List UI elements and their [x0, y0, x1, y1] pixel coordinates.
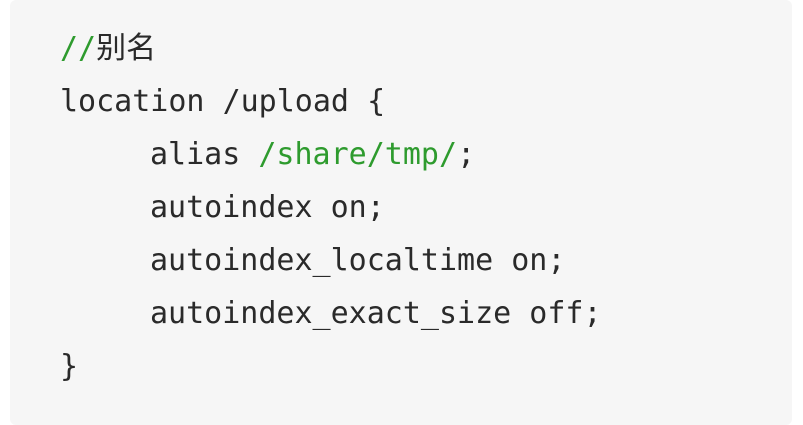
comment-text: 别名 [96, 31, 157, 66]
close-brace: } [60, 349, 79, 384]
autoindex-exact-size-line: autoindex_exact_size off; [150, 296, 602, 331]
code-block: //别名 location /upload {alias /share/tmp/;… [60, 22, 602, 393]
autoindex-localtime-line: autoindex_localtime on; [150, 243, 566, 278]
autoindex-line: autoindex on; [150, 190, 385, 225]
code-panel: //别名 location /upload {alias /share/tmp/;… [10, 0, 792, 425]
location-path: /upload [222, 84, 349, 119]
comment-line: //别名 [60, 22, 602, 75]
comment-prefix: // [60, 31, 97, 66]
location-keyword: location [60, 84, 205, 119]
alias-semicolon: ; [457, 137, 476, 172]
alias-line: alias /share/tmp/; [60, 128, 602, 181]
location-line: location /upload { [60, 75, 602, 128]
alias-directive: alias [150, 137, 241, 172]
alias-path: /share/tmp/ [258, 137, 458, 172]
slide: //别名 location /upload {alias /share/tmp/;… [0, 0, 803, 425]
open-brace: { [367, 84, 386, 119]
